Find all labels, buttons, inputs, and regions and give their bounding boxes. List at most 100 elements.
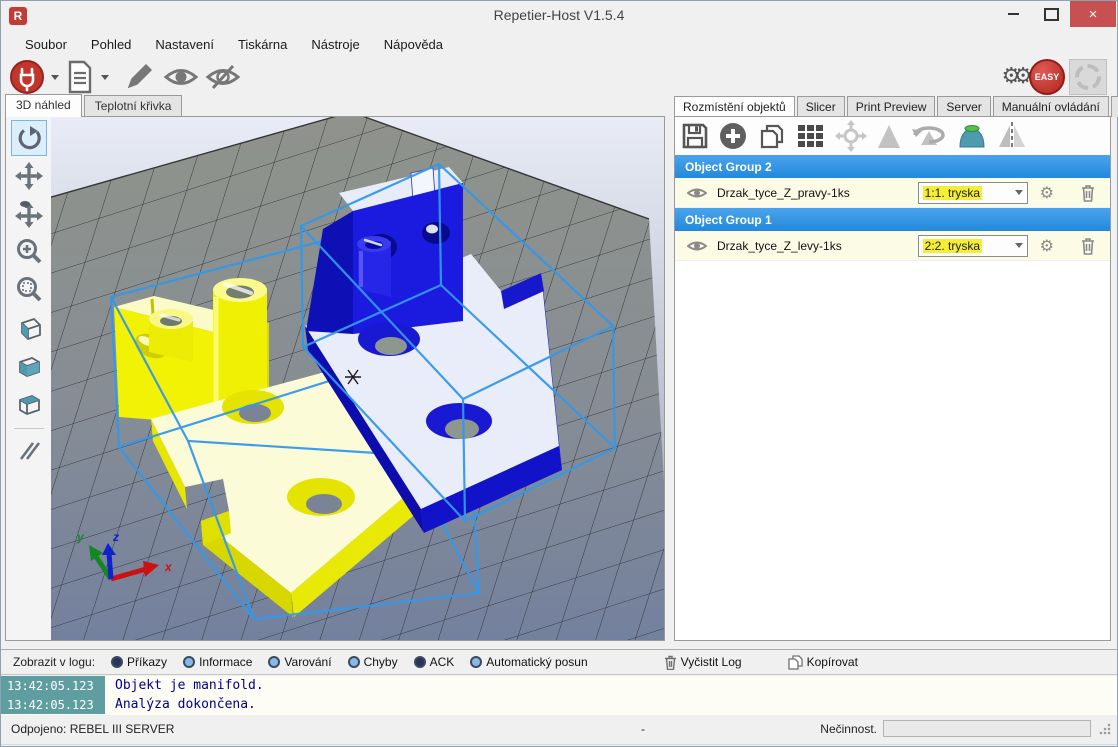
save-icon[interactable] [681, 122, 709, 150]
close-button[interactable]: × [1070, 1, 1116, 27]
clear-log-button[interactable]: Vyčistit Log [664, 655, 742, 670]
object-row[interactable]: Drzak_tyce_Z_levy-1ks 2:2. tryska ⚙ [675, 231, 1110, 261]
tab-server[interactable]: Server [937, 96, 990, 117]
object-placement-panel: Object Group 2 Drzak_tyce_Z_pravy-1ks 1:… [674, 116, 1111, 641]
menu-nastaveni[interactable]: Nastavení [143, 33, 226, 56]
center-object-icon [835, 120, 867, 152]
isometric-view-icon[interactable] [11, 310, 47, 346]
object-settings-gear-icon[interactable]: ⚙ [1040, 236, 1054, 255]
zoom-in-icon[interactable] [11, 234, 47, 270]
object-settings-gear-icon[interactable]: ⚙ [1040, 183, 1054, 202]
toggle-dot [111, 656, 123, 668]
copy-object-icon[interactable] [757, 121, 787, 151]
object-name: Drzak_tyce_Z_pravy-1ks [717, 186, 918, 200]
cut-object-icon[interactable] [956, 122, 988, 150]
toggle-dot [183, 656, 195, 668]
toggle-dot [268, 656, 280, 668]
toggle-dot [414, 656, 426, 668]
printer-activity-status: Nečinnost. [820, 722, 877, 736]
chevron-down-icon [1015, 190, 1023, 195]
resize-grip[interactable] [1099, 723, 1111, 735]
log-entry: 13:42:05.123 Objekt je manifold. [1, 676, 1117, 695]
delete-object-trash-icon[interactable] [1080, 237, 1096, 255]
object-row[interactable]: Drzak_tyce_Z_pravy-1ks 1:1. tryska ⚙ [675, 178, 1110, 208]
window-title: Repetier-Host V1.5.4 [1, 7, 1117, 23]
log-timestamp: 13:42:05.123 [1, 695, 105, 714]
extruder-selected-value: 1:1. tryska [923, 186, 982, 200]
emergency-stop-icon [1069, 59, 1107, 95]
hide-travel-eye-icon[interactable] [205, 62, 241, 92]
load-file-icon[interactable] [65, 60, 95, 94]
delete-object-trash-icon[interactable] [1080, 184, 1096, 202]
log-filter-bar: Zobrazit v logu: Příkazy Informace Varov… [1, 649, 1117, 675]
axis-y-label: y [76, 530, 85, 544]
connect-dropdown-caret[interactable] [51, 75, 59, 80]
move-object-icon[interactable] [11, 196, 47, 232]
connect-icon[interactable] [9, 59, 45, 95]
extruder-select[interactable]: 2:2. tryska [918, 235, 1028, 257]
fit-view-icon[interactable] [11, 272, 47, 308]
right-panel-tabs: Rozmístění objektů Slicer Print Preview … [674, 96, 1118, 117]
status-bar: Odpojeno: REBEL III SERVER - Nečinnost. [1, 715, 1117, 745]
status-center: - [641, 722, 645, 736]
title-bar: R Repetier-Host V1.5.4 × [1, 1, 1117, 31]
toggle-varovani[interactable]: Varování [268, 655, 331, 669]
tab-3d-nahled[interactable]: 3D náhled [5, 94, 82, 117]
scale-object-icon [876, 122, 902, 150]
log-timestamp: 13:42:05.123 [1, 676, 105, 695]
minimize-button[interactable] [994, 1, 1032, 27]
extruder-select[interactable]: 1:1. tryska [918, 182, 1028, 204]
toggle-informace[interactable]: Informace [183, 655, 252, 669]
mirror-object-icon [997, 121, 1027, 151]
rotate-object-icon [911, 121, 947, 151]
chevron-down-icon [1015, 243, 1023, 248]
tab-slicer[interactable]: Slicer [797, 96, 845, 117]
view-tool-strip [6, 117, 51, 640]
viewport-frame: x y z [5, 116, 665, 641]
object-group-header[interactable]: Object Group 2 [675, 155, 1110, 178]
tool-strip-separator [14, 428, 44, 429]
copy-log-button[interactable]: Kopírovat [788, 655, 858, 670]
tab-sd-karta[interactable]: SD karta [1111, 96, 1118, 117]
menu-napoveda[interactable]: Nápověda [372, 33, 455, 56]
print-bed-3d-view[interactable]: x y z [51, 117, 664, 640]
menu-pohled[interactable]: Pohled [79, 33, 143, 56]
load-dropdown-caret[interactable] [101, 75, 109, 80]
log-message: Objekt je manifold. [105, 678, 264, 693]
add-object-icon[interactable] [718, 121, 748, 151]
menu-nastroje[interactable]: Nástroje [299, 33, 371, 56]
autoposition-icon[interactable] [796, 121, 826, 151]
top-view-icon[interactable] [11, 386, 47, 422]
tab-print-preview[interactable]: Print Preview [847, 96, 936, 117]
toggle-ack[interactable]: ACK [414, 655, 455, 669]
object-group-header[interactable]: Object Group 1 [675, 208, 1110, 231]
toggle-dot [348, 656, 360, 668]
progress-bar [883, 720, 1091, 737]
log-entry: 13:42:05.123 Analýza dokončena. [1, 695, 1117, 714]
axis-x-label: x [164, 560, 173, 574]
edit-pencil-icon[interactable] [123, 61, 155, 93]
printer-settings-icon[interactable]: ⚙⚙ [1002, 62, 1025, 92]
rotate-view-icon[interactable] [11, 120, 47, 156]
visibility-eye-icon[interactable] [687, 239, 707, 253]
toggle-automaticky-posun[interactable]: Automatický posun [470, 655, 587, 669]
show-filament-eye-icon[interactable] [163, 62, 199, 92]
tab-manualni-ovladani[interactable]: Manuální ovládání [993, 96, 1109, 117]
maximize-button[interactable] [1032, 1, 1070, 27]
log-message: Analýza dokončena. [105, 697, 256, 712]
copy-icon [788, 655, 803, 670]
parallel-projection-icon[interactable] [11, 433, 47, 469]
tab-rozmisteni-objektu[interactable]: Rozmístění objektů [674, 96, 795, 117]
front-view-icon[interactable] [11, 348, 47, 384]
toggle-dot [470, 656, 482, 668]
log-output[interactable]: 13:42:05.123 Objekt je manifold. 13:42:0… [1, 676, 1117, 716]
visibility-eye-icon[interactable] [687, 186, 707, 200]
tab-teplotni-krivka[interactable]: Teplotní křivka [84, 95, 183, 117]
move-view-icon[interactable] [11, 158, 47, 194]
toggle-chyby[interactable]: Chyby [348, 655, 398, 669]
easy-mode-button[interactable]: EASY [1029, 59, 1065, 95]
menu-soubor[interactable]: Soubor [13, 33, 79, 56]
toggle-prikazy[interactable]: Příkazy [111, 655, 167, 669]
menu-tiskarna[interactable]: Tiskárna [226, 33, 299, 56]
connection-status: Odpojeno: REBEL III SERVER [11, 722, 174, 736]
